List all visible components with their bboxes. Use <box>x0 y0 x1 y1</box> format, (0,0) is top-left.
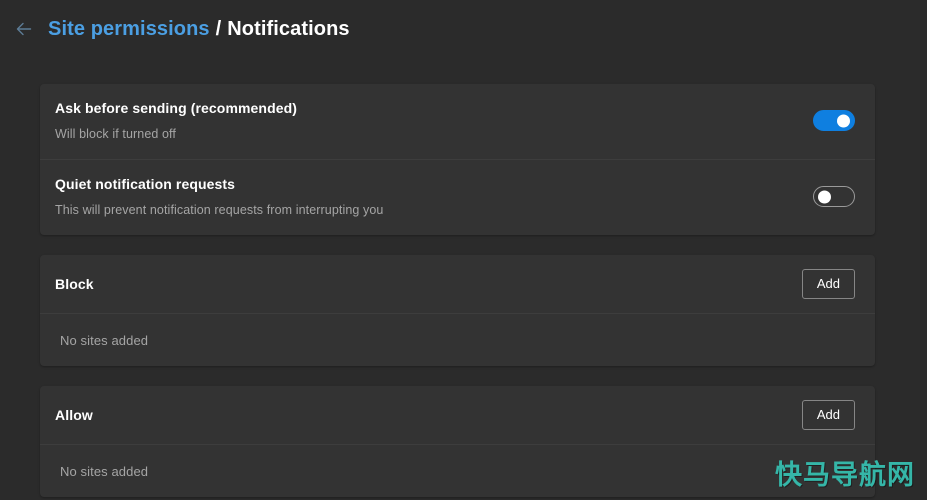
breadcrumb: Site permissions / Notifications <box>48 19 350 39</box>
block-list-header: Block Add <box>40 255 875 313</box>
toggle-knob <box>818 190 831 203</box>
page-title: Notifications <box>227 18 350 40</box>
setting-texts: Quiet notification requests This will pr… <box>55 174 383 219</box>
block-list-title: Block <box>55 276 94 292</box>
allow-list-title: Allow <box>55 407 93 423</box>
allow-list-card: Allow Add No sites added <box>40 386 875 497</box>
allow-list-body: No sites added <box>40 444 875 497</box>
setting-row-quiet-notification-requests: Quiet notification requests This will pr… <box>40 159 875 235</box>
block-list-card: Block Add No sites added <box>40 255 875 366</box>
back-button[interactable] <box>8 13 40 45</box>
toggle-ask-before-sending[interactable] <box>813 110 855 131</box>
block-list-empty-text: No sites added <box>60 332 149 348</box>
setting-description: This will prevent notification requests … <box>55 203 384 217</box>
add-block-site-button[interactable]: Add <box>801 269 855 299</box>
watermark: 快马导航网 <box>775 460 915 491</box>
notification-settings-card: Ask before sending (recommended) Will bl… <box>40 84 875 235</box>
allow-list-header: Allow Add <box>40 386 875 444</box>
toggle-knob <box>837 114 850 127</box>
arrow-left-icon <box>16 22 32 36</box>
setting-description: Will block if turned off <box>55 127 176 141</box>
add-allow-site-button[interactable]: Add <box>801 400 855 430</box>
block-list-body: No sites added <box>40 313 875 366</box>
settings-content: Ask before sending (recommended) Will bl… <box>0 58 927 497</box>
setting-title: Quiet notification requests <box>55 176 236 192</box>
setting-row-ask-before-sending: Ask before sending (recommended) Will bl… <box>40 84 875 159</box>
toggle-quiet-notification-requests[interactable] <box>813 186 855 207</box>
setting-texts: Ask before sending (recommended) Will bl… <box>55 98 297 143</box>
page-header: Site permissions / Notifications <box>0 0 927 58</box>
allow-list-empty-text: No sites added <box>60 463 149 479</box>
breadcrumb-link-site-permissions[interactable]: Site permissions <box>48 19 210 39</box>
breadcrumb-separator: / <box>215 18 222 40</box>
setting-title: Ask before sending (recommended) <box>55 100 298 116</box>
